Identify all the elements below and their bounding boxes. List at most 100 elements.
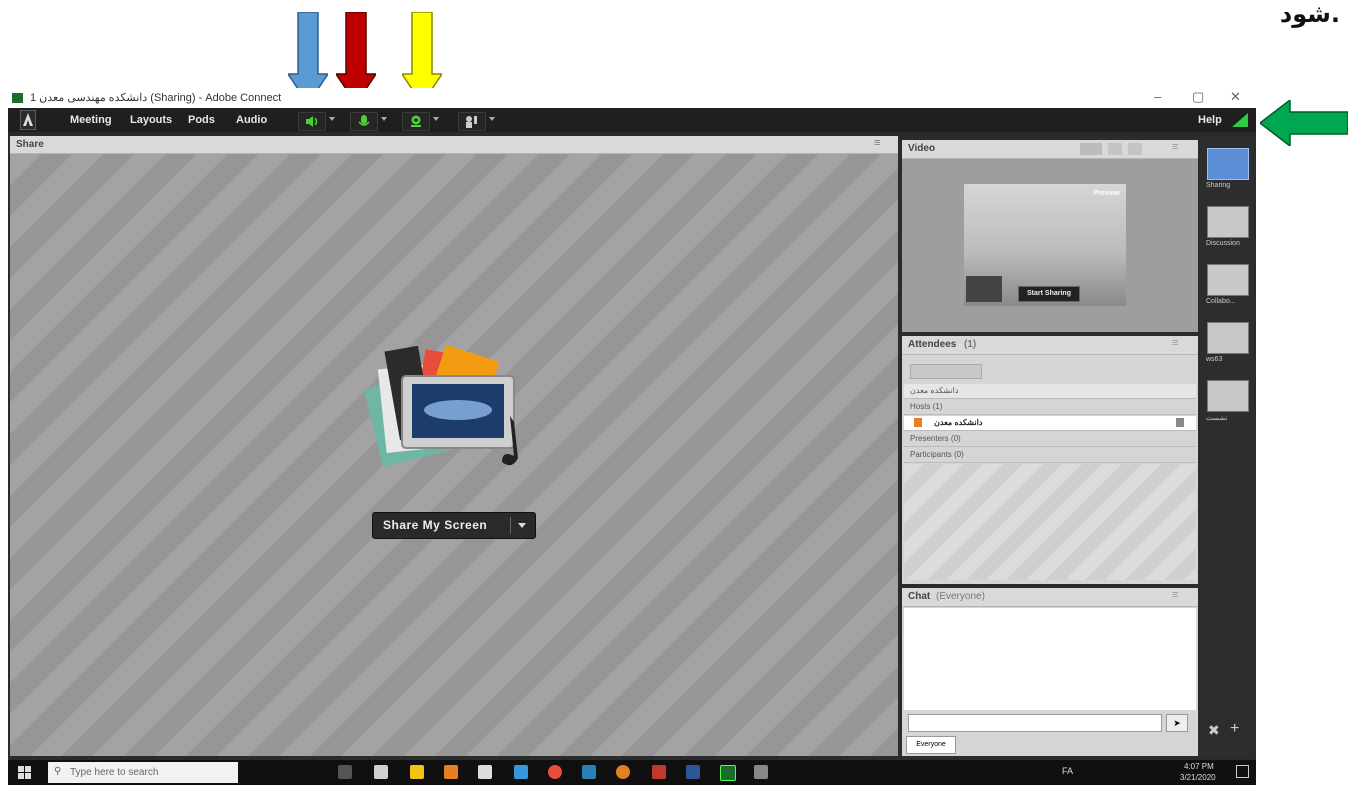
host-row[interactable]: دانشکده معدن — [904, 416, 1196, 431]
chat-messages — [904, 608, 1196, 710]
layout-label-sharing: Sharing — [1206, 182, 1231, 189]
menu-pods[interactable]: Pods — [188, 114, 215, 126]
layout-thumb-discussion[interactable] — [1207, 206, 1249, 238]
vlc-icon[interactable] — [444, 765, 458, 779]
chrome-icon[interactable] — [548, 765, 562, 779]
start-sharing-button[interactable]: Start Sharing — [1018, 286, 1080, 302]
video-pod-header: Video ≡ — [902, 140, 1198, 159]
window-titlebar: دانشکده مهندسی معدن 1 (Sharing) - Adobe … — [8, 88, 1256, 108]
add-layout-icon[interactable]: + — [1230, 720, 1239, 738]
taskbar-search[interactable]: ⚲ Type here to search — [48, 762, 238, 783]
language-indicator[interactable]: FA — [1062, 766, 1073, 776]
layout-thumb-collaboration[interactable] — [1207, 264, 1249, 296]
chat-tab-everyone[interactable]: Everyone — [906, 736, 956, 754]
share-pod: Share ≡ Share My Screen — [10, 136, 898, 756]
video-pod: Video ≡ Preview Start Sharing — [902, 140, 1198, 332]
layout-thumb-sharing[interactable] — [1207, 148, 1249, 180]
app-icon — [12, 93, 23, 103]
send-message-icon[interactable]: ➤ — [1166, 714, 1188, 732]
hosts-group[interactable]: Hosts (1) — [904, 400, 1196, 415]
attendees-pod: Attendees (1) ≡ دانشکده معدن Hosts (1) د… — [902, 336, 1198, 584]
camera-thumbnail — [966, 276, 1002, 302]
layout-label-collaboration: Collabo... — [1206, 298, 1236, 305]
my-name: دانشکده معدن — [910, 386, 959, 395]
windows-start-icon[interactable] — [18, 766, 31, 779]
participants-group[interactable]: Participants (0) — [904, 448, 1196, 463]
webcam-button[interactable] — [402, 112, 430, 131]
speaker-icon — [306, 116, 318, 127]
pod-options-icon[interactable]: ≡ — [874, 137, 880, 149]
host-icon — [914, 418, 922, 427]
file-explorer-icon[interactable] — [410, 765, 424, 779]
speaker-button[interactable] — [298, 112, 326, 131]
share-dropdown-icon[interactable] — [518, 523, 526, 528]
chat-input[interactable] — [908, 714, 1162, 732]
hosts-label: Hosts (1) — [910, 402, 943, 411]
app-icon[interactable] — [652, 765, 666, 779]
video-list-icon[interactable] — [1108, 143, 1122, 155]
adobe-connect-taskbar-icon[interactable] — [720, 765, 736, 781]
status-dropdown-icon[interactable] — [489, 117, 495, 121]
green-left-arrow — [1260, 100, 1348, 146]
app-icon[interactable] — [754, 765, 768, 779]
preview-label: Preview — [1093, 190, 1120, 197]
windows-taskbar: ⚲ Type here to search FA 4:07 PM 3/21/20… — [8, 760, 1256, 785]
attendees-pod-title: Attendees — [908, 339, 957, 350]
menu-meeting[interactable]: Meeting — [70, 114, 112, 126]
video-grid-icon[interactable] — [1080, 143, 1102, 155]
menu-audio[interactable]: Audio — [236, 114, 267, 126]
attendee-list-empty — [904, 464, 1196, 580]
window-title: دانشکده مهندسی معدن 1 (Sharing) - Adobe … — [30, 92, 282, 104]
menu-help[interactable]: Help — [1198, 114, 1222, 126]
adobe-connect-window: دانشکده مهندسی معدن 1 (Sharing) - Adobe … — [8, 88, 1256, 785]
search-placeholder: Type here to search — [70, 767, 159, 778]
microphone-dropdown-icon[interactable] — [381, 117, 387, 121]
edge-icon[interactable] — [514, 765, 528, 779]
video-pod-title: Video — [908, 143, 936, 154]
attendee-count: (1) — [964, 339, 977, 350]
restore-button[interactable]: ▢ — [1192, 89, 1204, 105]
layout-thumb-session[interactable] — [1207, 380, 1249, 412]
clock-date[interactable]: 3/21/2020 — [1180, 773, 1216, 782]
speaker-dropdown-icon[interactable] — [329, 117, 335, 121]
pod-options-icon[interactable]: ≡ — [1172, 141, 1178, 153]
webcam-dropdown-icon[interactable] — [433, 117, 439, 121]
close-button[interactable]: ✕ — [1230, 89, 1241, 105]
internet-explorer-icon[interactable] — [582, 765, 596, 779]
status-button[interactable] — [458, 112, 486, 131]
menu-bar: Meeting Layouts Pods Audio Help — [8, 108, 1256, 132]
pod-options-icon[interactable]: ≡ — [1172, 337, 1178, 349]
my-status-row[interactable]: دانشکده معدن — [904, 384, 1196, 399]
video-fullscreen-icon[interactable] — [1128, 143, 1142, 155]
task-view-icon[interactable] — [338, 765, 352, 779]
pod-options-icon[interactable]: ≡ — [1172, 589, 1178, 601]
presenters-label: Presenters (0) — [910, 434, 961, 443]
store-icon[interactable] — [478, 765, 492, 779]
raise-hand-icon — [466, 116, 477, 128]
mail-icon[interactable] — [374, 765, 388, 779]
attendee-view-toolbar[interactable] — [910, 364, 982, 379]
participants-label: Participants (0) — [910, 450, 964, 459]
menu-layouts[interactable]: Layouts — [130, 114, 172, 126]
layout-label-ws63: ws63 — [1206, 356, 1223, 363]
webcam-status-icon — [1176, 418, 1184, 427]
share-pod-header: Share ≡ — [10, 136, 898, 154]
layout-label-session: نشست — [1206, 415, 1228, 422]
share-area: Share My Screen — [10, 154, 898, 756]
webcam-icon — [411, 115, 421, 127]
presenters-group[interactable]: Presenters (0) — [904, 432, 1196, 447]
layout-settings-icon[interactable]: ✖ — [1208, 722, 1220, 739]
firefox-icon[interactable] — [616, 765, 630, 779]
share-my-screen-button[interactable]: Share My Screen — [372, 512, 536, 539]
webcam-preview: Preview Start Sharing — [964, 184, 1126, 306]
layout-thumb-ws63[interactable] — [1207, 322, 1249, 354]
microphone-icon — [358, 115, 370, 126]
word-icon[interactable] — [686, 765, 700, 779]
layout-label-discussion: Discussion — [1206, 240, 1240, 247]
minimize-button[interactable]: – — [1154, 89, 1161, 104]
notification-icon[interactable] — [1236, 765, 1249, 778]
connection-status-icon — [1232, 113, 1248, 127]
clock-time[interactable]: 4:07 PM — [1184, 762, 1214, 771]
attendees-pod-header: Attendees (1) ≡ — [902, 336, 1198, 355]
microphone-button[interactable] — [350, 112, 378, 131]
